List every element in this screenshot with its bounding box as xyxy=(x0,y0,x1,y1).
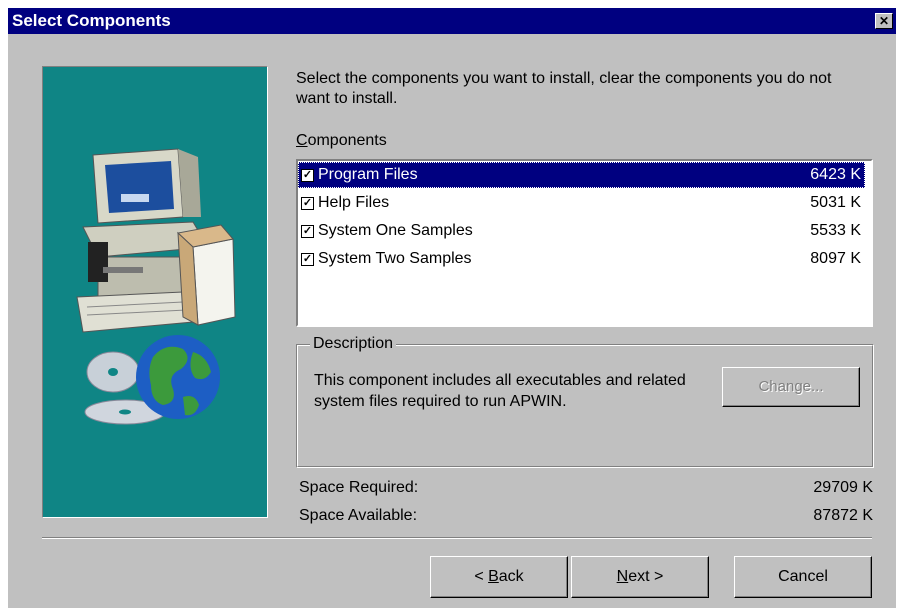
space-required-label: Space Required: xyxy=(299,479,419,496)
space-required-value: 29709 K xyxy=(813,479,873,496)
component-size: 8097 K xyxy=(810,250,861,267)
space-available-value: 87872 K xyxy=(813,507,873,524)
list-item[interactable]: ✓ System Two Samples 8097 K xyxy=(298,246,865,272)
change-button[interactable]: Change... xyxy=(722,367,860,407)
space-available-label: Space Available: xyxy=(299,507,418,524)
checkbox-checked-icon[interactable]: ✓ xyxy=(301,225,314,238)
component-size: 5533 K xyxy=(810,222,861,239)
instructions-text: Select the components you want to instal… xyxy=(296,70,832,107)
next-button[interactable]: Next > xyxy=(571,556,709,598)
setup-banner-image xyxy=(42,66,268,518)
description-legend: Description xyxy=(310,335,397,353)
close-button[interactable]: ✕ xyxy=(875,13,893,29)
separator xyxy=(42,537,872,539)
title-bar[interactable]: Select Components ✕ xyxy=(8,8,896,34)
component-name: Help Files xyxy=(318,194,390,211)
component-name: System One Samples xyxy=(318,222,473,239)
component-size: 5031 K xyxy=(810,194,861,211)
checkbox-checked-icon[interactable]: ✓ xyxy=(301,253,314,266)
component-size: 6423 K xyxy=(810,166,861,183)
list-item[interactable]: ✓ System One Samples 5533 K xyxy=(298,218,865,244)
checkbox-checked-icon[interactable]: ✓ xyxy=(301,169,314,182)
globe-illustration xyxy=(136,335,220,419)
description-group: Description This component includes all … xyxy=(296,335,874,468)
description-text: This component includes all executables … xyxy=(314,372,686,410)
cancel-button[interactable]: Cancel xyxy=(734,556,872,598)
space-available-row: Space Available: 87872 K xyxy=(299,507,873,525)
computer-illustration xyxy=(76,148,236,425)
space-required-row: Space Required: 29709 K xyxy=(299,479,873,497)
component-name: System Two Samples xyxy=(318,250,472,267)
list-item[interactable]: ✓ Program Files 6423 K xyxy=(298,162,865,188)
dialog-window: Select Components ✕ Select the component… xyxy=(8,8,896,608)
components-label: Components xyxy=(296,132,387,149)
checkbox-checked-icon[interactable]: ✓ xyxy=(301,197,314,210)
back-button[interactable]: < Back xyxy=(430,556,568,598)
close-icon: ✕ xyxy=(878,14,890,28)
window-title: Select Components xyxy=(12,11,171,30)
component-name: Program Files xyxy=(318,166,418,183)
list-item[interactable]: ✓ Help Files 5031 K xyxy=(298,190,865,216)
components-list[interactable]: ✓ Program Files 6423 K ✓ Help Files 5031… xyxy=(296,159,873,327)
